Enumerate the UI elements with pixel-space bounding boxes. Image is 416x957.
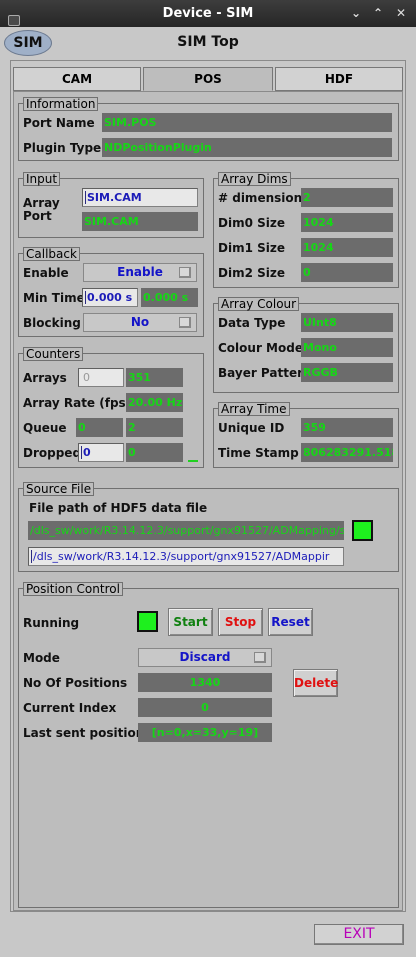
tab-cam[interactable]: CAM [13,67,141,91]
dim0-label: Dim0 Size [218,216,285,230]
dim1-value: 1024 [301,238,393,257]
hdf5-path-readback: /dls_sw/work/R3.14.12.3/support/gnx91527… [28,521,344,540]
num-positions-label: No Of Positions [23,676,128,690]
window-titlebar: Device - SIM ⌄ ⌃ ✕ [0,0,416,27]
blocking-menu[interactable]: No [83,313,197,332]
ndims-value: 2 [301,188,393,207]
enable-label: Enable [23,266,69,280]
bayer-pattern-label: Bayer Pattern [218,366,312,380]
min-time-input[interactable]: 0.000 s [82,288,138,307]
plugin-type-value: NDPositionPlugin [102,138,392,157]
last-sent-label: Last sent position [23,726,145,740]
text-caret [31,550,32,563]
reset-button[interactable]: Reset [268,608,313,636]
colour-mode-value: Mono [301,338,393,357]
counters-title: Counters [23,347,84,361]
arrays-counter-input[interactable]: 0 [78,368,124,387]
dropped-label: Dropped [23,446,82,460]
close-icon[interactable]: ✕ [393,5,409,21]
delete-button[interactable]: Delete [293,669,338,697]
dropped-counter-input-text: 0 [83,446,91,459]
array-time-title: Array Time [218,402,290,416]
text-caret [85,191,86,204]
unique-id-value: 359 [301,418,393,437]
file-valid-led [352,520,373,541]
data-type-value: UInt8 [301,313,393,332]
array-rate-value: 20.00 Hz [126,393,183,412]
tab-pos[interactable]: POS [143,67,273,91]
data-type-label: Data Type [218,316,286,330]
num-positions-value: 1340 [138,673,272,692]
unique-id-label: Unique ID [218,421,285,435]
arrays-counter-value: 351 [126,368,183,387]
screen-title: SIM Top [177,34,239,50]
array-port-input-text: SIM.CAM [87,191,142,204]
start-button[interactable]: Start [168,608,213,636]
min-time-readback: 0.000 s [141,288,198,307]
port-name-label: Port Name [23,116,95,130]
source-file-title: Source File [23,482,95,496]
array-rate-label: Array Rate (fps) [23,396,132,410]
dim2-label: Dim2 Size [218,266,285,280]
text-caret [81,446,82,459]
enable-menu[interactable]: Enable [83,263,197,282]
running-led [137,611,158,632]
arrays-label: Arrays [23,371,67,385]
blocking-menu-value: No [130,315,150,329]
menu-indicator-icon [179,267,191,278]
queue-label: Queue [23,421,67,435]
position-control-group: Position Control [18,582,399,908]
mode-menu[interactable]: Discard [138,648,272,667]
running-label: Running [23,616,80,630]
hdf5-path-input[interactable]: /dls_sw/work/R3.14.12.3/support/gnx91527… [28,547,344,566]
dim1-label: Dim1 Size [218,241,285,255]
array-port-readback: SIM.CAM [82,212,198,231]
ndims-label: # dimensions [218,191,310,205]
array-port-label: Array [23,196,60,210]
blocking-label: Blocking [23,316,81,330]
input-title: Input [23,172,61,186]
mode-menu-value: Discard [179,650,231,664]
hdf5-path-label: File path of HDF5 data file [29,501,208,515]
minimize-icon[interactable]: ⌄ [348,5,364,21]
current-index-label: Current Index [23,701,117,715]
queue-free-value: 0 [76,418,123,437]
menu-indicator-icon [179,317,191,328]
timestamp-label: Time Stamp [218,446,299,460]
enable-menu-value: Enable [117,265,163,279]
tab-hdf[interactable]: HDF [275,67,403,91]
mode-label: Mode [23,651,60,665]
hdf5-path-input-text: /dls_sw/work/R3.14.12.3/support/gnx91527… [33,550,330,563]
dim2-value: 0 [301,263,393,282]
text-caret [85,291,86,304]
colour-mode-label: Colour Mode [218,341,303,355]
array-colour-title: Array Colour [218,297,300,311]
array-dims-title: Array Dims [218,172,291,186]
queue-size-value: 2 [126,418,183,437]
timestamp-value: 806283291.518 [301,443,393,462]
min-time-input-text: 0.000 s [87,291,133,304]
menu-indicator-icon [254,652,266,663]
dropped-counter-value: 0 [126,443,183,462]
maximize-icon[interactable]: ⌃ [370,5,386,21]
dim0-value: 1024 [301,213,393,232]
exit-button[interactable]: EXIT [314,924,404,945]
status-tick [188,460,198,462]
information-title: Information [23,97,99,111]
last-sent-value: [n=0,x=33,y=19] [138,723,272,742]
port-name-value: SIM.POS [102,113,392,132]
current-index-value: 0 [138,698,272,717]
dropped-counter-input[interactable]: 0 [78,443,124,462]
min-time-label: Min Time [23,291,85,305]
array-port-input[interactable]: SIM.CAM [82,188,198,207]
stop-button[interactable]: Stop [218,608,263,636]
plugin-type-label: Plugin Type [23,141,102,155]
array-port-label-2: Port [23,209,52,223]
position-control-title: Position Control [23,582,123,596]
callback-title: Callback [23,247,80,261]
bayer-pattern-value: RGGB [301,363,393,382]
